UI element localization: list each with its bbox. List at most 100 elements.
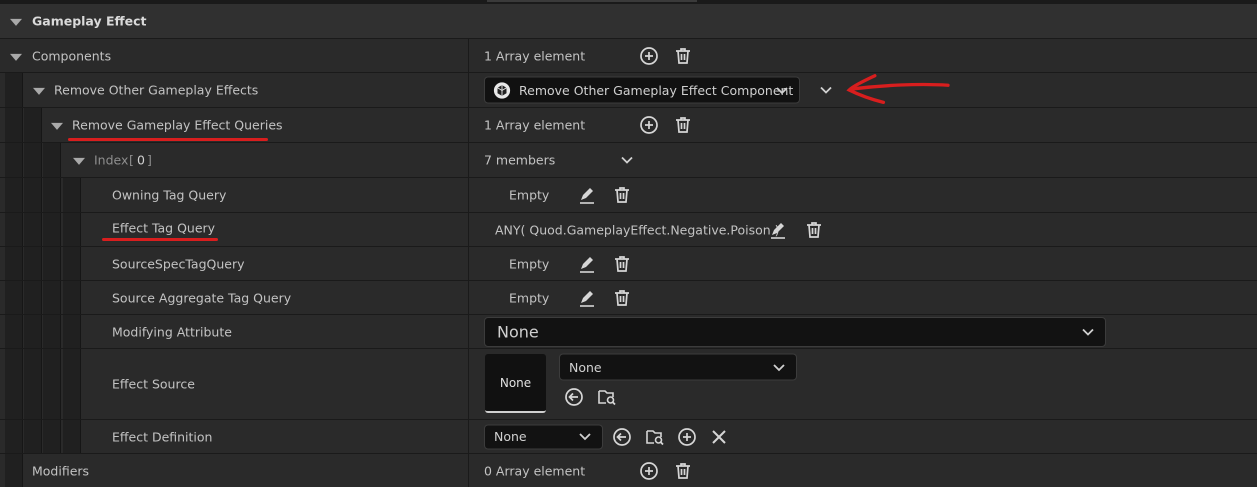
add-element-icon[interactable]	[638, 460, 660, 482]
indent-rail	[63, 281, 81, 314]
property-label: Effect Tag Query	[112, 220, 216, 236]
indent-rail	[43, 143, 61, 177]
indent-rail	[5, 349, 23, 419]
indent-rail	[24, 247, 42, 280]
property-row-modifiers: Modifiers 0 Array element	[0, 454, 1257, 487]
property-row-owning-tag-query: Owning Tag Query Empty	[0, 178, 1257, 213]
property-row-components: Components 1 Array element	[0, 39, 1257, 73]
trash-icon[interactable]	[803, 219, 825, 241]
indent-rail	[43, 420, 61, 453]
use-selected-arrow-icon[interactable]	[611, 426, 633, 448]
indent-rail	[24, 315, 42, 348]
property-label: Effect Definition	[112, 429, 213, 444]
category-header-gameplay-effect[interactable]: Gameplay Effect	[0, 4, 1257, 39]
indent-rail	[5, 213, 23, 246]
index-bracket-close: ]	[147, 152, 152, 168]
thumbnail-text: None	[499, 375, 532, 390]
property-label: Remove Gameplay Effect Queries	[72, 117, 283, 133]
indent-rail	[5, 247, 23, 280]
indent-rail	[5, 281, 23, 314]
category-title: Gameplay Effect	[32, 13, 147, 29]
indent-rail	[63, 247, 81, 280]
array-count: 0 Array element	[484, 463, 586, 478]
dropdown-value: None	[497, 322, 539, 341]
effect-source-dropdown[interactable]: None	[559, 353, 797, 381]
tag-query-value: ANY( Quod.GameplayEffect.Negative.Poison…	[495, 222, 780, 237]
chevron-down-icon[interactable]	[620, 153, 634, 167]
collapse-arrow-icon[interactable]	[73, 157, 85, 165]
indent-rail	[43, 178, 61, 212]
chevron-down-icon	[579, 433, 591, 441]
clear-x-icon[interactable]	[708, 426, 730, 448]
trash-icon[interactable]	[611, 184, 633, 206]
collapse-arrow-icon[interactable]	[33, 87, 45, 95]
edit-pencil-icon[interactable]	[576, 253, 598, 275]
indent-rail	[63, 178, 81, 212]
indent-rail	[43, 349, 61, 419]
edit-pencil-icon[interactable]	[576, 184, 598, 206]
trash-icon[interactable]	[672, 114, 694, 136]
browse-folder-search-icon[interactable]	[644, 426, 666, 448]
index-label: Index	[94, 152, 129, 168]
property-row-index: Index [ 0 ] 7 members	[0, 143, 1257, 178]
edit-pencil-icon[interactable]	[767, 219, 789, 241]
collapse-arrow-icon[interactable]	[51, 122, 63, 130]
index-bracket-open: [	[129, 152, 134, 168]
indent-rail	[43, 281, 61, 314]
dropdown-value: None	[494, 429, 527, 444]
indent-rail	[5, 315, 23, 348]
array-count: 1 Array element	[484, 48, 586, 63]
indent-rail	[43, 213, 61, 246]
indent-rail	[5, 143, 23, 177]
indent-rail	[5, 454, 23, 487]
effect-definition-dropdown[interactable]: None	[484, 424, 603, 449]
indent-rail	[43, 315, 61, 348]
property-row-source-aggregate-tag-query: Source Aggregate Tag Query Empty	[0, 281, 1257, 315]
indent-rail	[24, 281, 42, 314]
add-element-icon[interactable]	[676, 426, 698, 448]
indent-rail	[5, 73, 23, 107]
property-row-remove-other-gameplay-effects: Remove Other Gameplay Effects Remove Oth…	[0, 73, 1257, 108]
tag-query-value: Empty	[509, 187, 550, 203]
property-label: Modifiers	[32, 463, 90, 478]
property-row-effect-source: Effect Source None None	[0, 349, 1257, 420]
property-label: Owning Tag Query	[112, 187, 227, 203]
trash-icon[interactable]	[611, 253, 633, 275]
indent-rail	[43, 247, 61, 280]
modifying-attribute-dropdown[interactable]: None	[484, 316, 1106, 347]
collapse-arrow-icon[interactable]	[10, 18, 22, 26]
property-label: Effect Source	[112, 376, 195, 392]
indent-rail	[5, 420, 23, 453]
indent-rail	[24, 178, 42, 212]
property-row-effect-definition: Effect Definition None	[0, 420, 1257, 454]
use-selected-arrow-icon[interactable]	[563, 386, 585, 408]
trash-icon[interactable]	[672, 45, 694, 67]
add-element-icon[interactable]	[638, 114, 660, 136]
indent-rail	[63, 420, 81, 453]
component-class-dropdown[interactable]: Remove Other Gameplay Effect Component	[484, 76, 800, 104]
property-label: Source Aggregate Tag Query	[112, 290, 292, 305]
expand-chevron-icon[interactable]	[819, 83, 833, 97]
property-label: Modifying Attribute	[112, 324, 232, 339]
tag-query-value: Empty	[509, 256, 550, 271]
collapse-arrow-icon[interactable]	[10, 53, 22, 61]
add-element-icon[interactable]	[638, 45, 660, 67]
indent-rail	[24, 143, 42, 177]
indent-rail	[5, 178, 23, 212]
tag-query-value: Empty	[509, 290, 550, 305]
property-row-effect-tag-query: Effect Tag Query ANY( Quod.GameplayEffec…	[0, 213, 1257, 247]
edit-pencil-icon[interactable]	[576, 287, 598, 309]
property-row-modifying-attribute: Modifying Attribute None	[0, 315, 1257, 349]
property-label: Remove Other Gameplay Effects	[54, 82, 259, 98]
array-count: 1 Array element	[484, 117, 586, 133]
asset-thumbnail[interactable]: None	[485, 354, 546, 413]
property-label: SourceSpecTagQuery	[112, 256, 245, 271]
trash-icon[interactable]	[611, 287, 633, 309]
browse-folder-search-icon[interactable]	[596, 386, 618, 408]
annotation-arrow-icon	[846, 74, 950, 105]
scrolled-row-remnant	[487, 0, 697, 2]
trash-icon[interactable]	[672, 460, 694, 482]
chevron-down-icon	[1082, 328, 1094, 336]
indent-rail	[24, 349, 42, 419]
indent-rail	[63, 213, 81, 246]
